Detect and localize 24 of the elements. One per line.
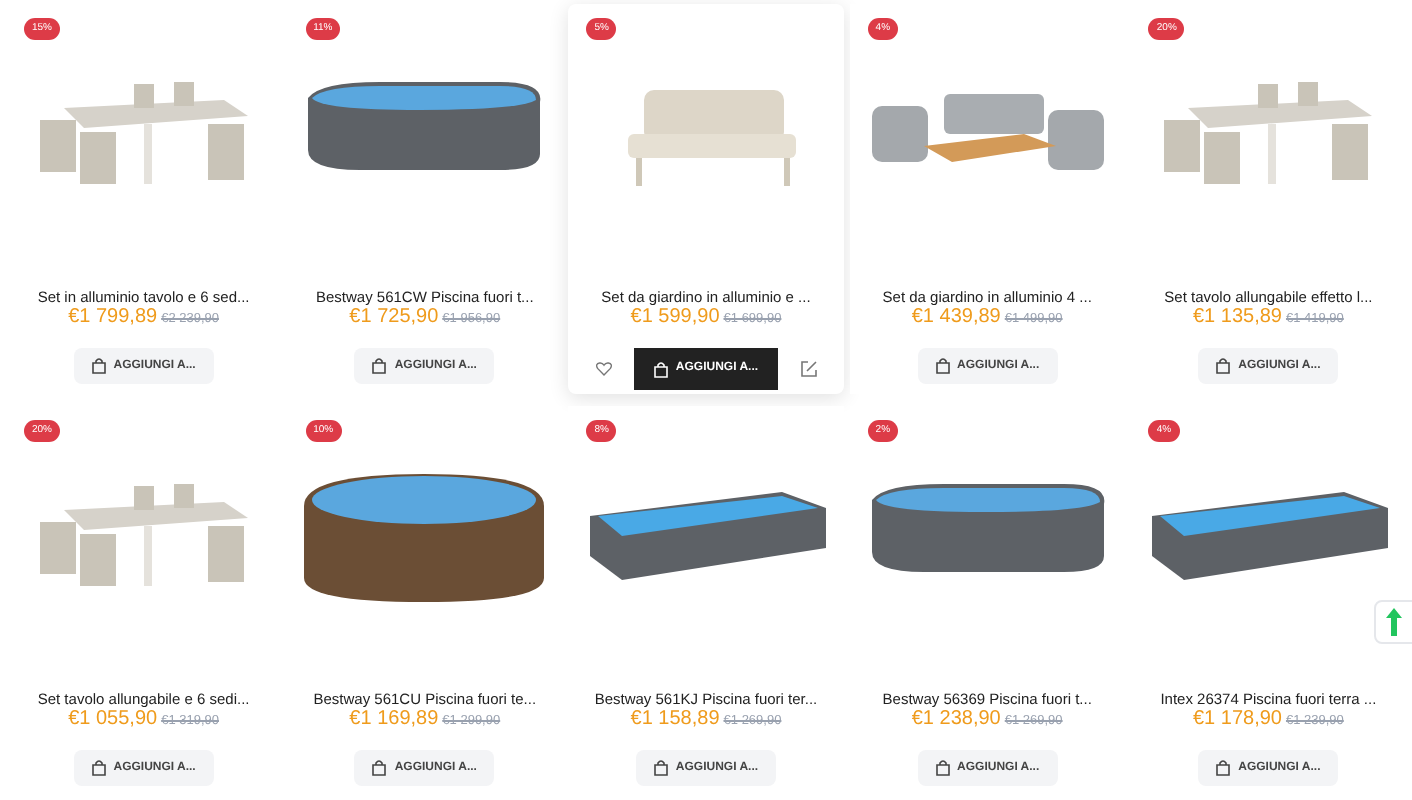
shopping-bag-icon <box>653 361 668 377</box>
product-price: €1 599,90 <box>630 306 720 330</box>
scroll-to-top-button[interactable] <box>1374 600 1412 644</box>
shopping-bag-icon <box>1216 760 1231 776</box>
product-price: €1 799,89 <box>68 306 158 330</box>
product-price: €1 439,89 <box>911 306 1001 330</box>
shopping-bag-icon <box>91 760 106 776</box>
shopping-bag-icon <box>935 358 950 374</box>
product-price: €1 169,89 <box>349 708 439 732</box>
product-price: €1 135,89 <box>1192 306 1282 330</box>
up-arrow-icon <box>1386 608 1402 636</box>
shopping-bag-icon <box>653 760 668 776</box>
edit-icon <box>799 360 818 378</box>
shopping-bag-icon <box>372 760 387 776</box>
product-price: €1 055,90 <box>68 708 158 732</box>
shopping-bag-icon <box>372 358 387 374</box>
shopping-bag-icon <box>1216 358 1231 374</box>
product-price: €1 725,90 <box>349 306 439 330</box>
product-price: €1 238,90 <box>911 708 1001 732</box>
heart-icon <box>595 362 612 376</box>
product-price: €1 158,89 <box>630 708 720 732</box>
product-price: €1 178,90 <box>1192 708 1282 732</box>
shopping-bag-icon <box>91 358 106 374</box>
shopping-bag-icon <box>935 760 950 776</box>
